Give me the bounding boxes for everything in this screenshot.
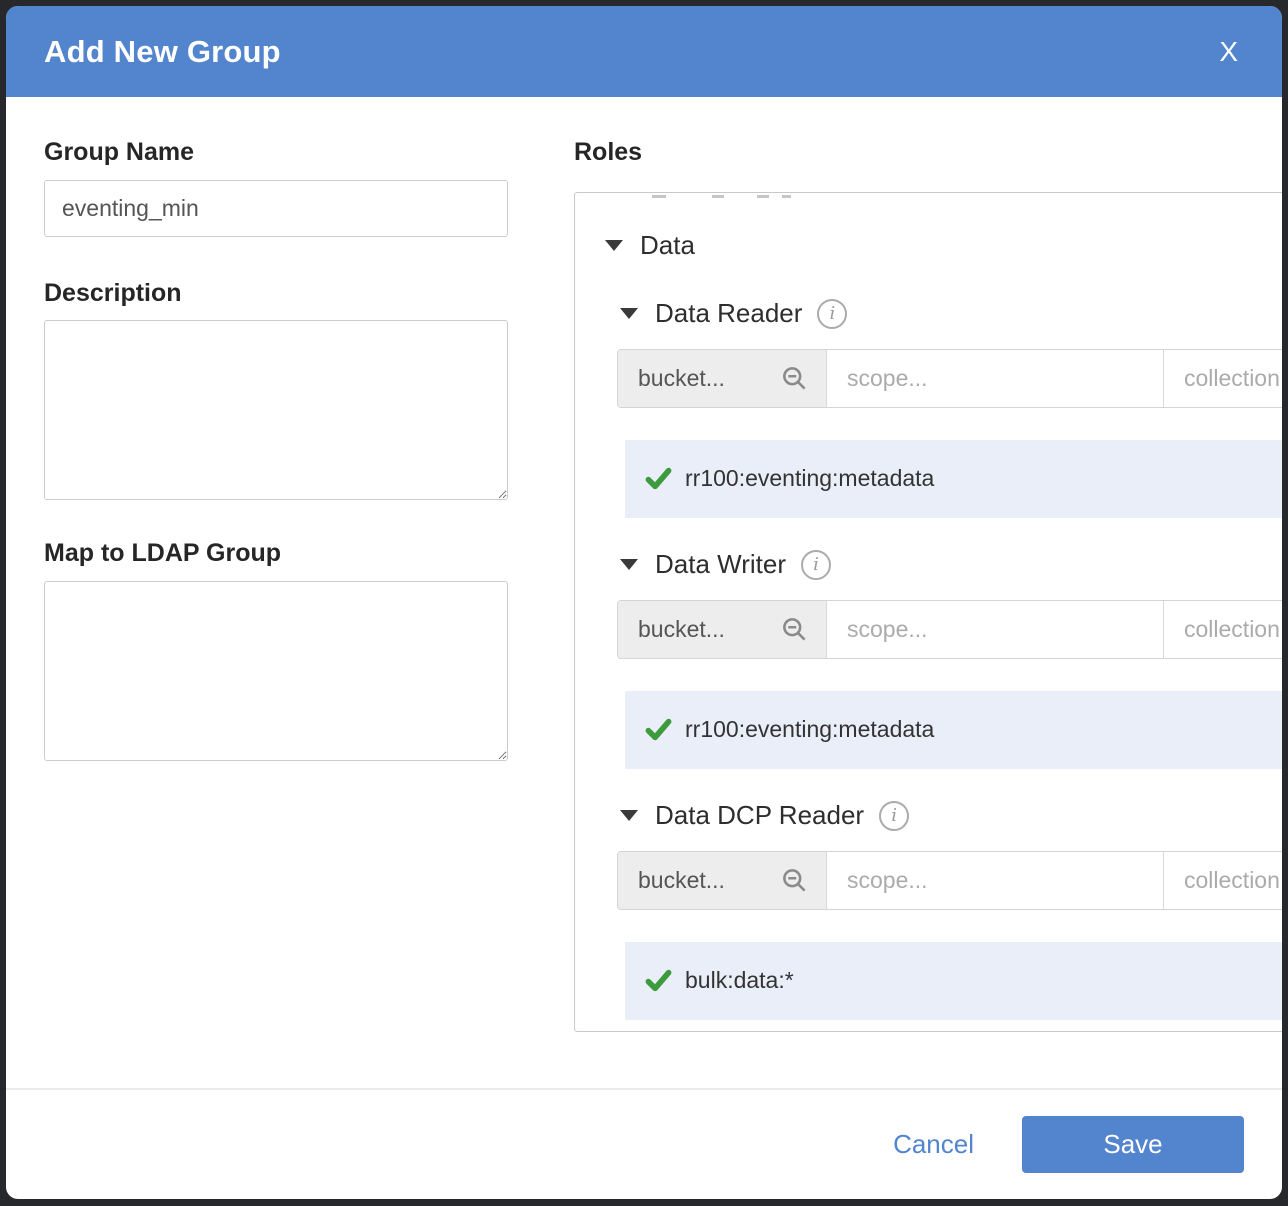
info-icon[interactable]: i (879, 801, 909, 831)
description-label: Description (44, 280, 508, 308)
search-icon (781, 616, 808, 643)
close-icon: X (1219, 36, 1238, 67)
dialog-header: Add New Group X (6, 6, 1282, 97)
check-icon (645, 465, 672, 492)
role-category-data[interactable]: Data (605, 231, 1282, 261)
search-icon (781, 365, 808, 392)
role-category-label: Data (640, 230, 695, 261)
collection-filter-input[interactable] (1164, 852, 1282, 909)
description-textarea[interactable] (44, 320, 508, 500)
info-icon[interactable]: i (801, 550, 831, 580)
scope-filter-input[interactable] (827, 601, 1163, 658)
role-filter-row: bucket... (617, 600, 1282, 659)
bucket-filter-dropdown[interactable]: bucket... (618, 601, 826, 658)
form-column: Group Name Description Map to LDAP Group (44, 139, 508, 1088)
collapse-caret-icon[interactable] (620, 559, 638, 570)
bucket-filter-dropdown[interactable]: bucket... (618, 852, 826, 909)
ldap-group-label: Map to LDAP Group (44, 540, 508, 568)
scope-filter-input[interactable] (827, 852, 1163, 909)
role-name: Data Reader (655, 298, 802, 329)
selected-role-row: rr100:eventing:metadata X (625, 691, 1282, 769)
selected-role-value: bulk:data:* (685, 967, 794, 994)
dialog-title: Add New Group (44, 34, 281, 70)
role-header-data-dcp-reader[interactable]: Data DCP Reader i (620, 799, 1282, 833)
group-name-label: Group Name (44, 139, 508, 167)
save-button[interactable]: Save (1022, 1116, 1244, 1173)
search-icon (781, 867, 808, 894)
collection-filter-input[interactable] (1164, 350, 1282, 407)
ldap-group-textarea[interactable] (44, 581, 508, 761)
selected-role-row: bulk:data:* X (625, 942, 1282, 1020)
collapse-caret-icon[interactable] (605, 240, 623, 251)
collapse-caret-icon[interactable] (620, 308, 638, 319)
scope-filter-cell (826, 601, 1163, 658)
collection-filter-input[interactable] (1164, 601, 1282, 658)
collection-filter-cell (1163, 852, 1282, 909)
scope-filter-input[interactable] (827, 350, 1163, 407)
dialog-footer: Cancel Save (6, 1088, 1282, 1199)
collection-filter-cell (1163, 350, 1282, 407)
roles-label: Roles (574, 139, 1282, 167)
role-name: Data DCP Reader (655, 800, 864, 831)
collection-filter-cell (1163, 601, 1282, 658)
check-icon (645, 716, 672, 743)
cancel-button[interactable]: Cancel (893, 1129, 974, 1160)
add-group-dialog: Add New Group X Group Name Description M… (6, 6, 1282, 1199)
scope-filter-cell (826, 350, 1163, 407)
group-name-input[interactable] (44, 180, 508, 237)
collapse-caret-icon[interactable] (620, 810, 638, 821)
role-filter-row: bucket... (617, 349, 1282, 408)
roles-column: Roles Data Data Reader (574, 139, 1282, 1088)
selected-role-value: rr100:eventing:metadata (685, 465, 934, 492)
close-button[interactable]: X (1219, 38, 1238, 66)
check-icon (645, 967, 672, 994)
role-header-data-reader[interactable]: Data Reader i (620, 297, 1282, 331)
role-header-data-writer[interactable]: Data Writer i (620, 548, 1282, 582)
role-name: Data Writer (655, 549, 786, 580)
bucket-filter-dropdown[interactable]: bucket... (618, 350, 826, 407)
roles-scroll-panel[interactable]: Data Data Reader i bucket... (574, 192, 1282, 1032)
info-icon[interactable]: i (817, 299, 847, 329)
dialog-body: Group Name Description Map to LDAP Group… (6, 97, 1282, 1088)
scope-filter-cell (826, 852, 1163, 909)
selected-role-value: rr100:eventing:metadata (685, 716, 934, 743)
selected-role-row: rr100:eventing:metadata X (625, 440, 1282, 518)
role-filter-row: bucket... (617, 851, 1282, 910)
